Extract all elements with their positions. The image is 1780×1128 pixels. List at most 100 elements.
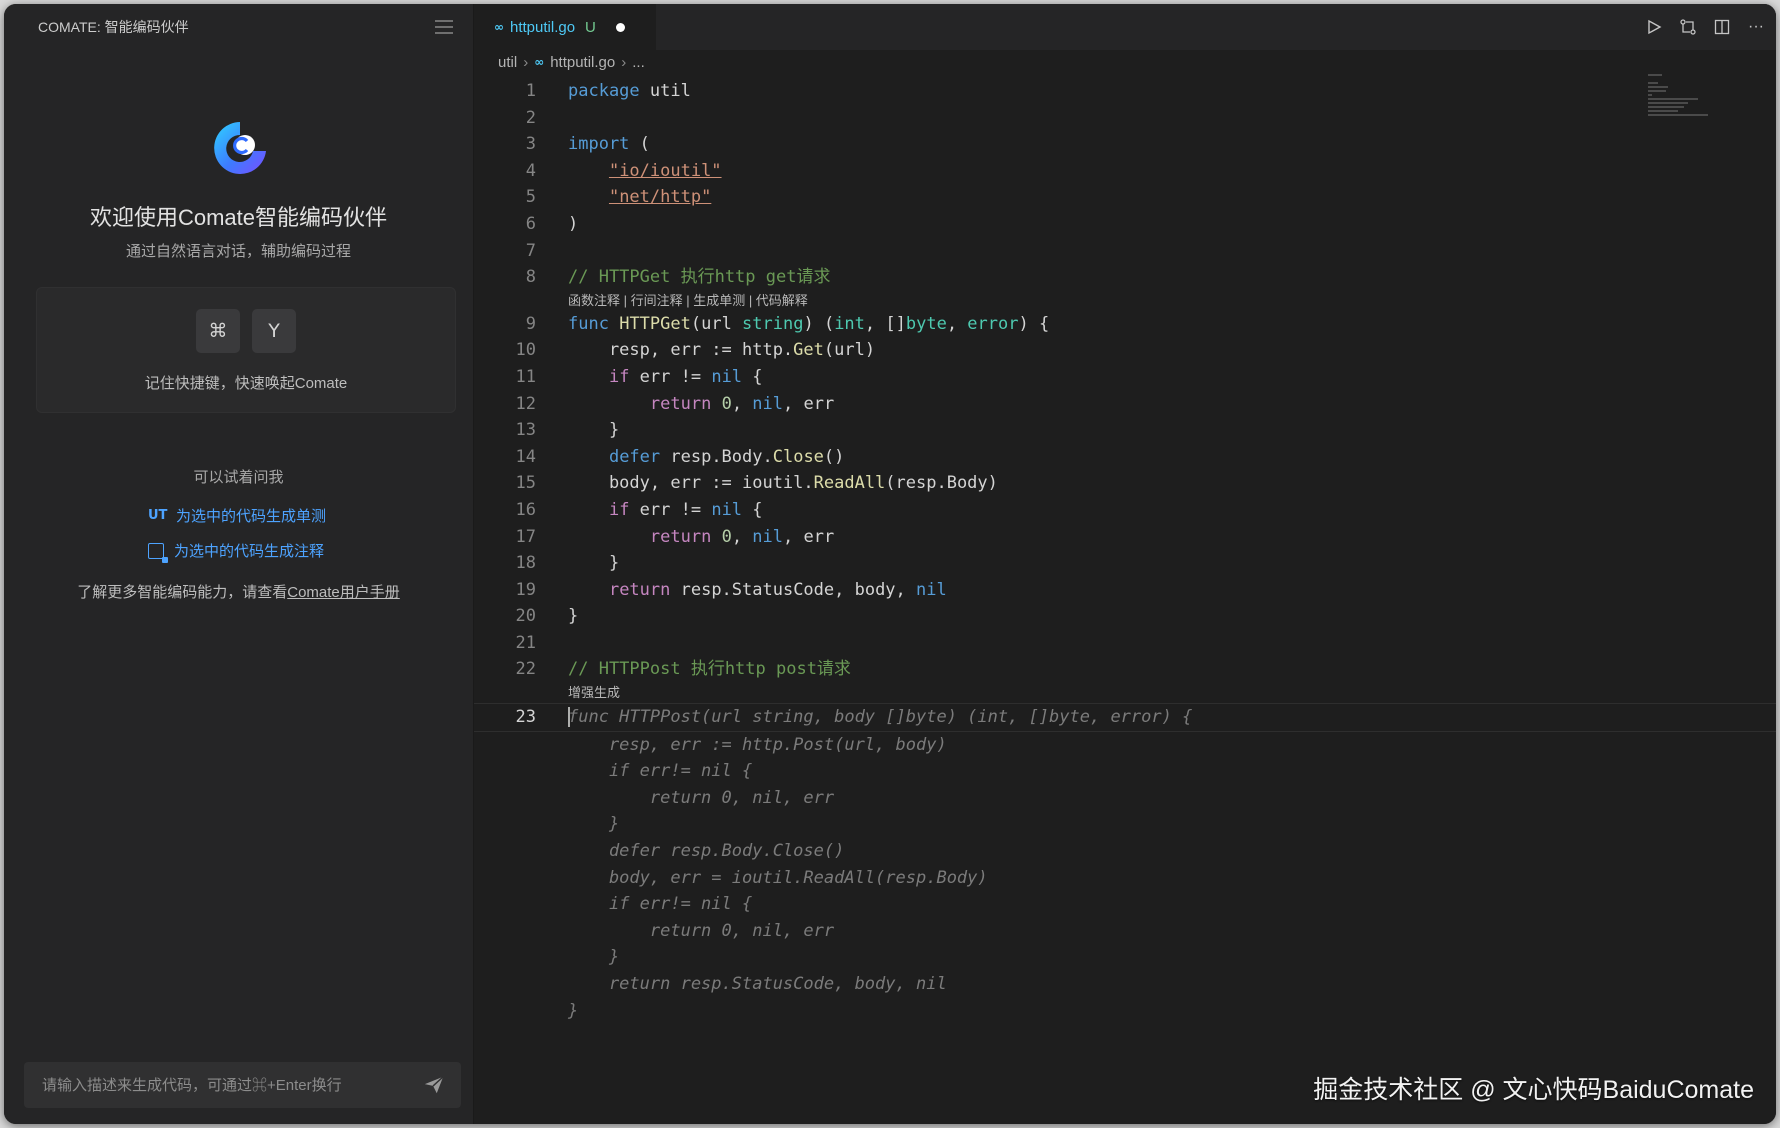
chat-input[interactable] xyxy=(40,1075,404,1095)
chevron-right-icon: › xyxy=(523,53,529,71)
line-text: ) xyxy=(568,213,579,234)
sidebar-title: COMATE: 智能编码伙伴 xyxy=(38,19,189,35)
comate-logo xyxy=(214,122,266,174)
ghost-suggestion-line: return 0, nil, err xyxy=(474,785,1776,812)
line-text: body, err := ioutil.ReadAll(resp.Body) xyxy=(568,473,998,494)
breadcrumb-symbol[interactable]: ... xyxy=(632,54,645,71)
code-line[interactable]: 18 } xyxy=(474,550,1776,577)
ghost-text: return 0, nil, err xyxy=(568,787,835,808)
line-number: 4 xyxy=(525,160,536,181)
code-line[interactable]: 13 } xyxy=(474,417,1776,444)
suggestion-label: 为选中的代码生成单测 xyxy=(176,508,327,525)
code-line[interactable]: 3 import ( xyxy=(474,131,1776,158)
ghost-text: if err!= nil { xyxy=(568,761,753,782)
code-line[interactable]: 10 resp, err := http.Get(url) xyxy=(474,337,1776,364)
ghost-suggestion-line: body, err = ioutil.ReadAll(resp.Body) xyxy=(474,865,1776,892)
code-line[interactable]: 21 xyxy=(474,630,1776,657)
line-number: 15 xyxy=(515,473,536,494)
line-number: 7 xyxy=(525,240,536,261)
unsaved-dot-icon[interactable] xyxy=(615,22,625,32)
ghost-text: return resp.StatusCode, body, nil xyxy=(568,974,947,994)
breadcrumb-folder[interactable]: util xyxy=(498,54,517,71)
line-text: if err != nil { xyxy=(608,366,763,387)
editor-pane: ∞ httputil.go U ··· util › ∞ httputil.go… xyxy=(474,4,1776,1124)
untracked-status: U xyxy=(585,18,596,36)
send-icon[interactable] xyxy=(423,1074,445,1096)
code-line[interactable]: 4 "io/ioutil" xyxy=(474,158,1776,185)
ghost-text: resp, err := http.Post(url, body) xyxy=(568,734,947,755)
line-text: // HTTPPost 执行http post请求 xyxy=(568,659,851,680)
tab-httputil-go[interactable]: ∞ httputil.go U xyxy=(474,4,656,50)
code-line[interactable]: 23 func HTTPPost(url string, body []byte)… xyxy=(474,703,1776,732)
minimap[interactable] xyxy=(1648,74,1728,134)
go-file-icon: ∞ xyxy=(534,55,545,69)
line-number: 22 xyxy=(515,659,536,680)
run-icon[interactable] xyxy=(1644,17,1664,37)
line-text: func HTTPGet(url string) (int, []byte, e… xyxy=(568,313,1050,334)
line-text: } xyxy=(568,553,620,574)
ghost-suggestion-line: defer resp.Body.Close() xyxy=(474,838,1776,865)
line-text: package util xyxy=(568,81,691,101)
shortcut-caption: 记住快捷键，快速唤起Comate xyxy=(144,375,348,392)
code-line[interactable]: 15 body, err := ioutil.ReadAll(resp.Body… xyxy=(474,470,1776,497)
command-key: ⌘ xyxy=(196,309,240,353)
line-number: 10 xyxy=(515,340,536,361)
line-text: resp, err := http.Get(url) xyxy=(568,340,876,361)
menu-icon[interactable] xyxy=(435,20,453,34)
line-number: 8 xyxy=(525,267,536,288)
welcome-title: 欢迎使用Comate智能编码伙伴 xyxy=(89,205,388,230)
compare-changes-icon[interactable] xyxy=(1678,17,1698,37)
line-number: 3 xyxy=(525,134,536,155)
line-number: 19 xyxy=(515,579,536,600)
code-line[interactable]: 20} xyxy=(474,603,1776,630)
line-number: 16 xyxy=(515,499,536,520)
code-line[interactable]: 17 return 0, nil, err xyxy=(474,524,1776,551)
code-line[interactable]: 11 if err != nil { xyxy=(474,364,1776,391)
ghost-suggestion-line: return resp.StatusCode, body, nil xyxy=(474,971,1776,998)
suggestion-generate-unit-test[interactable]: UT 为选中的代码生成单测 xyxy=(148,505,326,526)
ghost-text: if err!= nil { xyxy=(568,894,753,915)
line-number: 14 xyxy=(515,446,536,467)
breadcrumb-file[interactable]: httputil.go xyxy=(550,54,615,71)
unit-test-icon: UT xyxy=(148,508,168,523)
code-line[interactable]: 8 // HTTPGet 执行http get请求 xyxy=(474,264,1776,291)
y-key: Y xyxy=(252,309,296,353)
code-line[interactable]: 7 xyxy=(474,238,1776,265)
codelens-enhance-generate[interactable]: 增强生成 xyxy=(474,683,1776,703)
try-ask-heading: 可以试着问我 xyxy=(193,469,284,486)
welcome-subtitle: 通过自然语言对话，辅助编码过程 xyxy=(125,243,351,260)
line-text: "net/http" xyxy=(608,187,712,208)
code-area[interactable]: 1 package util 2 3 import (4 "io/ioutil" 5 "n… xyxy=(474,78,1776,1024)
code-line[interactable]: 5 "net/http" xyxy=(474,184,1776,211)
ghost-text: } xyxy=(568,814,620,835)
learn-more-text: 了解更多智能编码能力，请查看Comate用户手册 xyxy=(4,581,473,602)
line-number: 2 xyxy=(525,107,536,128)
line-text: func HTTPPost(url string, body []byte) (… xyxy=(568,707,1193,728)
code-line[interactable]: 9 func HTTPGet(url string) (int, []byte, … xyxy=(474,311,1776,338)
learn-more-prefix: 了解更多智能编码能力，请查看 xyxy=(77,584,288,601)
codelens-actions[interactable]: 函数注释 | 行间注释 | 生成单测 | 代码解释 xyxy=(474,291,1776,311)
user-manual-link[interactable]: Comate用户手册 xyxy=(287,584,400,601)
code-line[interactable]: 2 xyxy=(474,105,1776,132)
line-text: defer resp.Body.Close() xyxy=(608,446,845,467)
code-line[interactable]: 14 defer resp.Body.Close() xyxy=(474,444,1776,471)
code-line[interactable]: 12 return 0, nil, err xyxy=(474,391,1776,418)
code-line[interactable]: 16 if err != nil { xyxy=(474,497,1776,524)
line-text: } xyxy=(568,420,620,441)
line-text: // HTTPGet 执行http get请求 xyxy=(568,267,831,288)
split-editor-icon[interactable] xyxy=(1712,17,1732,37)
line-number: 9 xyxy=(525,313,536,334)
shortcut-card: ⌘ Y 记住快捷键，快速唤起Comate xyxy=(36,287,456,413)
code-line[interactable]: 22 // HTTPPost 执行http post请求 xyxy=(474,656,1776,683)
suggestion-generate-comment[interactable]: 为选中的代码生成注释 xyxy=(148,540,324,563)
line-text: return resp.StatusCode, body, nil xyxy=(608,579,947,600)
tab-label: httputil.go xyxy=(510,18,576,36)
more-actions-icon[interactable]: ··· xyxy=(1746,17,1766,37)
app-window: COMATE: 智能编码伙伴 欢迎使用Comate智能编码伙伴 通过自然语言对话… xyxy=(4,4,1776,1124)
editor-actions: ··· xyxy=(1644,4,1766,50)
line-number: 5 xyxy=(525,187,536,208)
code-line[interactable]: 6) xyxy=(474,211,1776,238)
line-text: "io/ioutil" xyxy=(608,160,722,181)
code-line[interactable]: 1 package util xyxy=(474,78,1776,105)
code-line[interactable]: 19 return resp.StatusCode, body, nil xyxy=(474,577,1776,604)
